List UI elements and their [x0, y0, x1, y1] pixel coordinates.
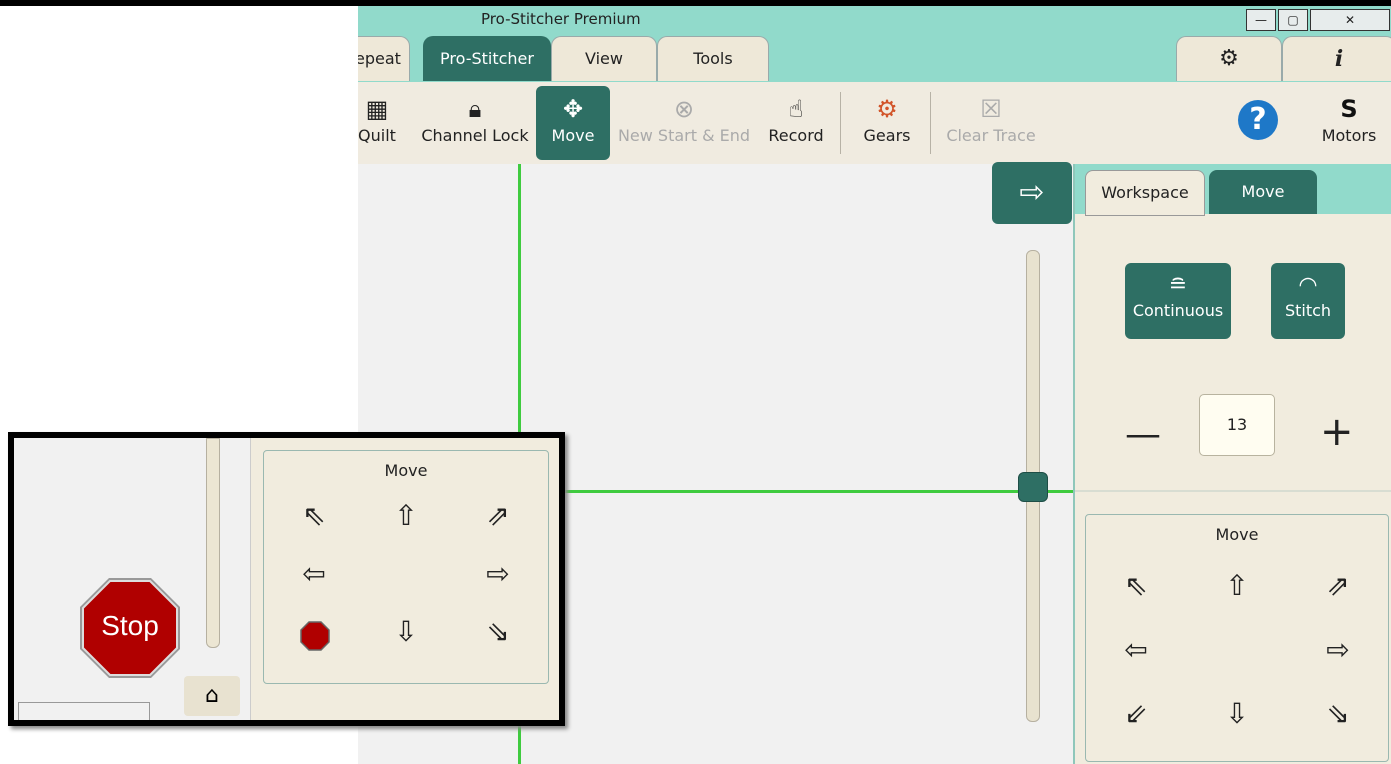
increase-button[interactable]: +	[1320, 409, 1354, 455]
maximize-button[interactable]: ▢	[1278, 9, 1308, 31]
stop-button[interactable]: Stop	[78, 576, 182, 680]
inset-slider-track	[206, 438, 220, 648]
inset-move-pad: Move ⇖ ⇧ ⇗ ⇦ ⇨ ⇩ ⇘	[263, 450, 549, 684]
zoom-inset: Stop ⌂ Move ⇖ ⇧ ⇗ ⇦ ⇨ ⇩ ⇘	[8, 432, 565, 726]
motors-icon: S	[1340, 95, 1358, 123]
ribbon-toolbar: ▦ Quilt 🔒︎ Channel Lock ✥ Move ⊗ New Sta…	[358, 82, 1391, 165]
new-start-end-button[interactable]: ⊗ New Start & End	[616, 86, 752, 160]
record-icon: ☝	[788, 95, 804, 123]
continuous-label: Continuous	[1132, 301, 1224, 320]
clear-trace-button[interactable]: ☒ Clear Trace	[944, 86, 1038, 160]
inset-move-panel: Move ⇖ ⇧ ⇗ ⇦ ⇨ ⇩ ⇘	[250, 438, 559, 720]
new-start-end-label: New Start & End	[617, 126, 751, 145]
lock-icon: 🔒︎	[468, 95, 482, 123]
quilt-icon: ▦	[365, 95, 389, 123]
channel-lock-button[interactable]: 🔒︎ Channel Lock	[420, 86, 530, 160]
move-pad-title: Move	[1215, 525, 1259, 544]
arrow-right-icon[interactable]: ⇨	[478, 557, 518, 590]
tab-workspace[interactable]: Workspace	[1085, 170, 1205, 216]
continuous-button[interactable]: ≘ Continuous	[1125, 263, 1231, 339]
panel-divider	[1075, 490, 1391, 492]
settings-tab[interactable]: ⚙	[1176, 36, 1282, 81]
stop-label: Stop	[101, 610, 159, 641]
arrow-down-left-icon[interactable]: ⇙	[1116, 697, 1156, 730]
horizontal-guide-line	[518, 490, 1073, 493]
move-pad: Move ⇖ ⇧ ⇗ ⇦ ⇨ ⇙ ⇩ ⇘	[1085, 514, 1389, 762]
ribbon-divider	[930, 92, 931, 154]
clear-trace-icon: ☒	[980, 95, 1002, 123]
move-panel: Workspace Move ≘ Continuous ◠ Stitch — 1…	[1073, 164, 1391, 764]
tab-view[interactable]: View	[551, 36, 657, 81]
record-label: Record	[768, 126, 824, 145]
minimize-button[interactable]: —	[1246, 9, 1276, 31]
decrease-button[interactable]: —	[1125, 414, 1161, 455]
tab-tools[interactable]: Tools	[657, 36, 769, 81]
gears-icon: ⚙	[876, 95, 898, 123]
tab-move[interactable]: Move	[1209, 170, 1317, 214]
arrow-down-icon[interactable]: ⇩	[1217, 697, 1257, 730]
clear-trace-label: Clear Trace	[946, 126, 1036, 145]
inset-move-title: Move	[384, 461, 428, 480]
motors-button[interactable]: S Motors	[1316, 86, 1382, 160]
arrow-down-right-icon[interactable]: ⇘	[1318, 697, 1358, 730]
move-icon: ✥	[562, 95, 584, 123]
ribbon-divider	[840, 92, 841, 154]
channel-lock-label: Channel Lock	[421, 126, 529, 145]
inset-bottom-box	[18, 702, 150, 720]
speed-slider-thumb[interactable]	[1018, 472, 1048, 502]
continuous-icon: ≘	[1168, 273, 1188, 298]
new-start-end-icon: ⊗	[673, 95, 695, 123]
stitch-icon: ◠	[1298, 273, 1318, 298]
help-icon[interactable]: ?	[1238, 100, 1278, 140]
arrow-left-icon[interactable]: ⇦	[1116, 633, 1156, 666]
stitch-button[interactable]: ◠ Stitch	[1271, 263, 1345, 339]
panel-toggle-arrow-button[interactable]: ⇨	[992, 162, 1072, 224]
stitch-label: Stitch	[1284, 301, 1332, 320]
close-button[interactable]: ✕	[1310, 9, 1390, 31]
move-button[interactable]: ✥ Move	[536, 86, 610, 160]
quilt-button[interactable]: ▦ Quilt	[358, 86, 402, 160]
arrow-down-icon[interactable]: ⇩	[386, 615, 426, 648]
gear-icon: ⚙	[1219, 46, 1239, 71]
tab-pro-stitcher[interactable]: Pro-Stitcher	[423, 36, 551, 81]
gears-label: Gears	[863, 126, 911, 145]
arrow-left-icon[interactable]: ⇦	[294, 557, 334, 590]
stop-icon[interactable]	[300, 621, 330, 651]
record-button[interactable]: ☝ Record	[762, 86, 830, 160]
motors-label: Motors	[1321, 126, 1377, 145]
arrow-up-left-icon[interactable]: ⇖	[294, 499, 334, 532]
tab-repeat[interactable]: epeat	[358, 36, 410, 81]
arrow-up-right-icon[interactable]: ⇗	[478, 499, 518, 532]
arrow-up-icon[interactable]: ⇧	[386, 499, 426, 532]
info-tab[interactable]: i	[1282, 36, 1391, 81]
move-label: Move	[551, 126, 595, 145]
speed-value-field[interactable]: 13	[1199, 394, 1275, 456]
arrow-up-left-icon[interactable]: ⇖	[1116, 569, 1156, 602]
window-title: Pro-Stitcher Premium	[481, 10, 641, 28]
info-icon: i	[1334, 46, 1344, 72]
gears-button[interactable]: ⚙ Gears	[858, 86, 916, 160]
arrow-right-icon[interactable]: ⇨	[1318, 633, 1358, 666]
arrow-up-icon[interactable]: ⇧	[1217, 569, 1257, 602]
arrow-up-right-icon[interactable]: ⇗	[1318, 569, 1358, 602]
arrow-down-right-icon[interactable]: ⇘	[478, 615, 518, 648]
home-icon[interactable]: ⌂	[184, 676, 240, 716]
title-bar: Pro-Stitcher Premium — ▢ ✕ epeat Pro-Sti…	[358, 6, 1391, 82]
quilt-label: Quilt	[358, 126, 396, 145]
